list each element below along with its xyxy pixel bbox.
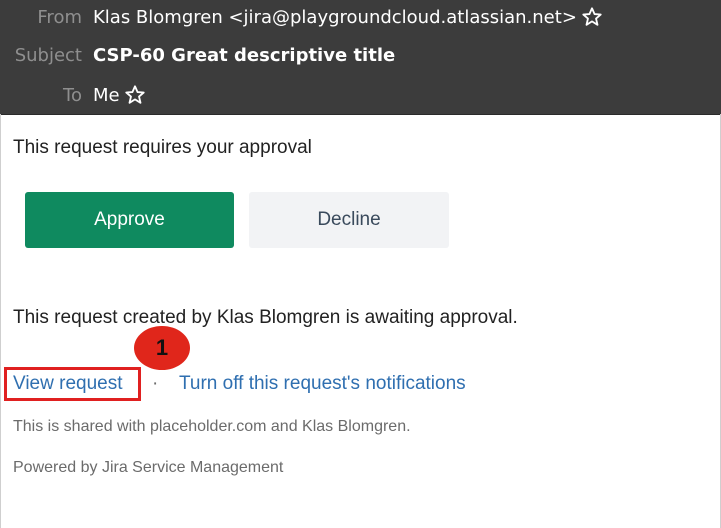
from-value[interactable]: Klas Blomgren <jira@playgroundcloud.atla… xyxy=(93,7,577,28)
shared-with-text: This is shared with placeholder.com and … xyxy=(13,418,411,435)
star-icon[interactable] xyxy=(581,6,603,28)
from-label: From xyxy=(37,6,82,28)
decline-button[interactable]: Decline xyxy=(249,192,449,248)
star-icon[interactable] xyxy=(124,84,146,106)
from-row: From Klas Blomgren <jira@playgroundcloud… xyxy=(0,2,721,32)
email-header: From Klas Blomgren <jira@playgroundcloud… xyxy=(0,0,721,115)
link-separator: · xyxy=(152,373,159,394)
to-row: To Me xyxy=(0,80,721,110)
subject-value: CSP-60 Great descriptive title xyxy=(93,44,396,66)
subject-label: Subject xyxy=(14,44,82,66)
approve-button[interactable]: Approve xyxy=(25,192,234,248)
approval-intro-text: This request requires your approval xyxy=(13,137,312,158)
powered-by-text: Powered by Jira Service Management xyxy=(13,459,284,476)
awaiting-approval-text: This request created by Klas Blomgren is… xyxy=(13,307,518,328)
turn-off-notifications-link[interactable]: Turn off this request's notifications xyxy=(179,373,466,395)
to-value[interactable]: Me xyxy=(93,85,120,106)
annotation-step-badge: 1 xyxy=(134,326,190,370)
view-request-link[interactable]: View request xyxy=(13,373,123,395)
to-label: To xyxy=(63,84,82,106)
subject-row: Subject CSP-60 Great descriptive title xyxy=(0,40,721,70)
